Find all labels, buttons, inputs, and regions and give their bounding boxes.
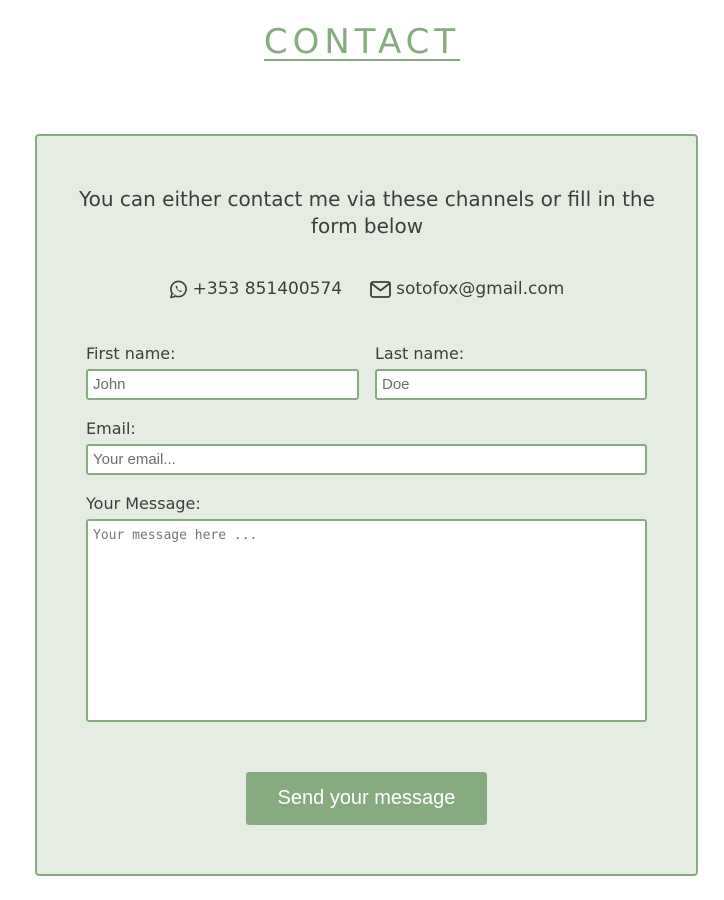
email-address: sotofox@gmail.com xyxy=(396,279,565,299)
email-channel: sotofox@gmail.com xyxy=(370,279,564,299)
first-name-input[interactable] xyxy=(86,369,359,400)
whatsapp-icon xyxy=(169,280,188,299)
envelope-icon xyxy=(370,280,392,298)
email-label: Email: xyxy=(86,419,136,438)
last-name-input[interactable] xyxy=(375,369,647,400)
email-input[interactable] xyxy=(86,444,647,475)
page-title: CONTACT xyxy=(0,20,724,64)
contact-card: You can either contact me via these chan… xyxy=(35,134,698,876)
phone-channel: +353 851400574 xyxy=(169,279,342,299)
phone-number: +353 851400574 xyxy=(192,279,343,299)
page-title-text: CONTACT xyxy=(263,22,461,62)
message-textarea[interactable] xyxy=(86,519,647,722)
first-name-label: First name: xyxy=(86,344,176,363)
last-name-label: Last name: xyxy=(375,344,465,363)
send-message-button[interactable]: Send your message xyxy=(246,772,487,825)
contact-intro: You can either contact me via these chan… xyxy=(79,187,655,238)
contact-channels: +353 851400574 sotofox@gmail.com xyxy=(37,279,696,299)
message-label: Your Message: xyxy=(86,494,201,513)
